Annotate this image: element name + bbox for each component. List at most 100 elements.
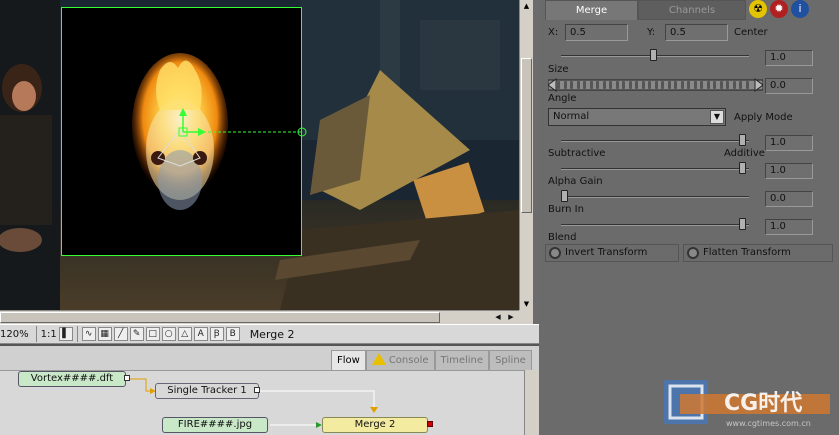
node-label: Vortex####.dft bbox=[30, 373, 114, 384]
alpha-gain-slider-knob[interactable] bbox=[739, 162, 746, 174]
flow-panel: Flow Console Timeline Spline Vortex####.… bbox=[0, 344, 539, 435]
node-vortex-loader[interactable]: Vortex####.dft bbox=[18, 371, 126, 387]
output-pin[interactable] bbox=[124, 375, 130, 381]
triangle-icon[interactable]: △ bbox=[177, 327, 192, 341]
scroll-thumb[interactable] bbox=[521, 58, 532, 213]
thumbwheel-tick bbox=[713, 81, 716, 89]
burn-in-slider-track[interactable] bbox=[561, 196, 749, 198]
thumbwheel-tick bbox=[641, 81, 645, 89]
node-label: Single Tracker 1 bbox=[167, 385, 247, 396]
thumbwheel-tick bbox=[557, 81, 560, 89]
scroll-up-arrow-icon[interactable]: ▲ bbox=[521, 0, 532, 12]
burn-in-value[interactable]: 0.0 bbox=[765, 191, 813, 207]
circle-icon[interactable]: ○ bbox=[161, 327, 176, 341]
blend-slider-knob[interactable] bbox=[739, 218, 746, 230]
zoom-level[interactable]: 120% bbox=[0, 329, 32, 340]
thumbwheel-tick bbox=[648, 81, 651, 89]
rectangle-icon[interactable]: □ bbox=[145, 327, 160, 341]
thumbwheel-tick bbox=[732, 81, 736, 89]
center-label: Center bbox=[734, 27, 768, 38]
subtractive-label: Subtractive bbox=[548, 148, 606, 159]
operator-slider-knob[interactable] bbox=[739, 134, 746, 146]
node-label: Merge 2 bbox=[354, 419, 396, 430]
size-slider-knob[interactable] bbox=[650, 49, 657, 61]
gradient-icon[interactable]: ▦ bbox=[97, 327, 112, 341]
scroll-down-arrow-icon[interactable]: ▼ bbox=[521, 298, 532, 310]
center-x-field[interactable]: 0.5 bbox=[565, 24, 628, 41]
thumbwheel-tick bbox=[576, 81, 580, 89]
thumbwheel-tick bbox=[706, 81, 710, 89]
info-icon[interactable]: i bbox=[791, 0, 809, 18]
flow-tabs: Flow Console Timeline Spline bbox=[331, 350, 532, 370]
chevron-down-icon[interactable]: ▼ bbox=[710, 110, 724, 124]
node-merge[interactable]: Merge 2 bbox=[322, 417, 428, 433]
thumbwheel-tick bbox=[700, 81, 703, 89]
b-icon[interactable]: B bbox=[225, 327, 240, 341]
operator-value[interactable]: 1.0 bbox=[765, 135, 813, 151]
scroll-left-arrow-icon[interactable]: ◀ bbox=[492, 312, 504, 323]
blend-value[interactable]: 1.0 bbox=[765, 219, 813, 235]
tab-spline[interactable]: Spline bbox=[489, 350, 532, 370]
warning-icon bbox=[371, 353, 386, 365]
thumbwheel-tick bbox=[609, 81, 612, 89]
thumbwheel-tick bbox=[570, 81, 573, 89]
flow-vertical-scrollbar[interactable] bbox=[524, 370, 539, 435]
size-value[interactable]: 1.0 bbox=[765, 50, 813, 66]
output-pin[interactable] bbox=[427, 421, 433, 427]
thumbwheel-tick bbox=[687, 81, 690, 89]
x-label: X: bbox=[548, 27, 559, 38]
apply-mode-select[interactable]: Normal ▼ bbox=[548, 108, 726, 126]
y-label: Y: bbox=[647, 27, 656, 38]
node-single-tracker[interactable]: Single Tracker 1 bbox=[155, 383, 259, 399]
tab-console-label: Console bbox=[388, 355, 429, 366]
angle-label: Angle bbox=[548, 93, 577, 104]
wave-icon[interactable]: ∿ bbox=[81, 327, 96, 341]
viewer-vertical-scrollbar[interactable]: ▲ ▼ bbox=[519, 0, 533, 310]
scroll-thumb[interactable] bbox=[0, 312, 440, 323]
viewer-horizontal-scrollbar[interactable]: ◀ ▶ bbox=[0, 310, 519, 324]
operator-slider-track[interactable] bbox=[561, 140, 749, 142]
ratio-button[interactable]: 1:1 bbox=[41, 329, 57, 340]
blend-label: Blend bbox=[548, 232, 577, 243]
tab-flow[interactable]: Flow bbox=[331, 350, 366, 370]
viewer-toolbar: 120% 1:1 ▌ ∿ ▦ ╱ ✎ □ ○ △ A Ꞵ B Merge 2 bbox=[0, 324, 539, 344]
a-slash-icon[interactable]: A bbox=[193, 327, 208, 341]
a-b-icon[interactable]: Ꞵ bbox=[209, 327, 224, 341]
flow-canvas[interactable]: Vortex####.dft Single Tracker 1 FIRE####… bbox=[0, 370, 524, 435]
svg-text:CG时代: CG时代 bbox=[724, 391, 802, 416]
thumbwheel-tick bbox=[563, 81, 567, 89]
tab-console[interactable]: Console bbox=[365, 350, 435, 370]
channel-view-icon[interactable]: ▌ bbox=[58, 327, 73, 341]
invert-transform-checkbox[interactable]: Invert Transform bbox=[545, 244, 679, 262]
magic-wand-icon[interactable]: ✎ bbox=[129, 327, 144, 341]
viewer-image bbox=[0, 0, 519, 310]
angle-value[interactable]: 0.0 bbox=[765, 78, 813, 94]
image-viewer[interactable] bbox=[0, 0, 519, 310]
radioactive-icon[interactable]: ☢ bbox=[749, 0, 767, 18]
output-pin[interactable] bbox=[254, 387, 260, 393]
pen-icon[interactable]: ╱ bbox=[113, 327, 128, 341]
viewer-tool-label: Merge 2 bbox=[249, 327, 295, 341]
node-fire-loader[interactable]: FIRE####.jpg bbox=[162, 417, 268, 433]
apply-mode-label: Apply Mode bbox=[734, 112, 793, 123]
blend-slider-track[interactable] bbox=[561, 224, 749, 226]
thumbwheel-tick bbox=[583, 81, 586, 89]
center-y-field[interactable]: 0.5 bbox=[665, 24, 728, 41]
additive-label: Additive bbox=[724, 148, 765, 159]
tab-timeline[interactable]: Timeline bbox=[434, 350, 490, 370]
gear-icon[interactable]: ✹ bbox=[770, 0, 788, 18]
alpha-gain-slider-track[interactable] bbox=[561, 168, 749, 170]
apply-mode-value: Normal bbox=[553, 111, 590, 122]
tool-tabs: Merge Channels ☢ ✹ i bbox=[545, 0, 835, 22]
alpha-gain-value[interactable]: 1.0 bbox=[765, 163, 813, 179]
burn-in-slider-knob[interactable] bbox=[561, 190, 568, 202]
tab-merge[interactable]: Merge bbox=[545, 0, 638, 20]
thumbwheel-tick bbox=[622, 81, 625, 89]
thumbwheel-tick bbox=[667, 81, 671, 89]
thumbwheel-tick bbox=[745, 81, 749, 89]
svg-text:www.cgtimes.com.cn: www.cgtimes.com.cn bbox=[726, 419, 811, 428]
thumbwheel-tick bbox=[596, 81, 599, 89]
scroll-right-arrow-icon[interactable]: ▶ bbox=[505, 312, 517, 323]
flatten-transform-checkbox[interactable]: Flatten Transform bbox=[683, 244, 833, 262]
tab-channels[interactable]: Channels bbox=[638, 0, 746, 20]
